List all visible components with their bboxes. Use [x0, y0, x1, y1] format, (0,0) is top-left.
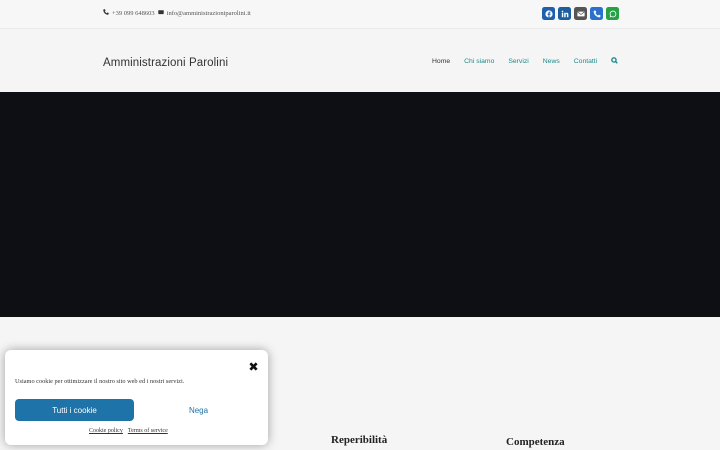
cookie-message: Usiamo cookie per ottimizzare il nostro …: [15, 378, 185, 385]
feature-title-reperibilita: Reperibilità: [331, 434, 388, 446]
call-button[interactable]: [590, 7, 603, 20]
contact-info: +39 099 648603 info@amministrazioniparol…: [103, 9, 251, 17]
facebook-button[interactable]: [542, 7, 555, 20]
site-brand[interactable]: Amministrazioni Parolini: [103, 57, 228, 69]
feature-title-competenza: Competenza: [506, 436, 565, 448]
nav-servizi[interactable]: Servizi: [508, 58, 528, 65]
top-bar: +39 099 648603 info@amministrazioniparol…: [0, 0, 720, 28]
main-nav: Home Chi siamo Servizi News Contatti: [432, 57, 619, 65]
search-icon[interactable]: [611, 57, 619, 65]
close-icon[interactable]: [249, 358, 258, 371]
site-header: Amministrazioni Parolini Home Chi siamo …: [0, 28, 720, 92]
nav-news[interactable]: News: [543, 58, 560, 65]
social-links: [542, 7, 619, 20]
accept-all-cookies-button[interactable]: Tutti i cookie: [15, 399, 134, 421]
nav-contatti[interactable]: Contatti: [574, 58, 597, 65]
cookie-policy-link[interactable]: Cookie policy: [89, 428, 123, 434]
phone-icon: [593, 5, 601, 23]
phone-number[interactable]: +39 099 648603: [112, 10, 155, 17]
hero-banner: [0, 92, 720, 317]
mail-icon: [576, 5, 585, 23]
cookie-links: Cookie policy Terms of service: [89, 428, 168, 434]
whatsapp-icon: [609, 5, 617, 23]
mail-button[interactable]: [574, 7, 587, 20]
phone-icon: [103, 9, 109, 17]
deny-cookies-button[interactable]: Nega: [139, 399, 258, 421]
nav-chi-siamo[interactable]: Chi siamo: [464, 58, 494, 65]
envelope-icon: [157, 9, 164, 17]
cookie-consent-banner: Usiamo cookie per ottimizzare il nostro …: [5, 350, 268, 445]
email-address[interactable]: info@amministrazioniparolini.it: [167, 10, 251, 17]
whatsapp-button[interactable]: [606, 7, 619, 20]
nav-home[interactable]: Home: [432, 58, 450, 65]
facebook-icon: [544, 5, 553, 23]
linkedin-icon: [561, 5, 569, 23]
terms-of-service-link[interactable]: Terms of service: [128, 428, 168, 434]
linkedin-button[interactable]: [558, 7, 571, 20]
